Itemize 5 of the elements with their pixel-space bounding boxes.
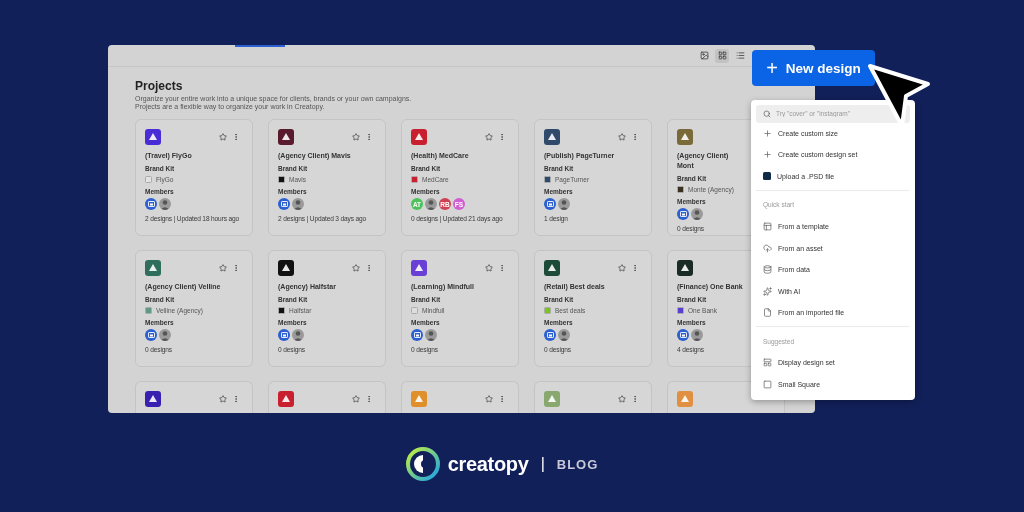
brand-name: creatopy xyxy=(447,452,529,476)
brand-separator: | xyxy=(540,455,545,473)
page-title: Projects xyxy=(135,79,184,93)
blog-label: BLOG xyxy=(556,456,599,472)
new-design-button[interactable]: + New design xyxy=(752,50,875,86)
